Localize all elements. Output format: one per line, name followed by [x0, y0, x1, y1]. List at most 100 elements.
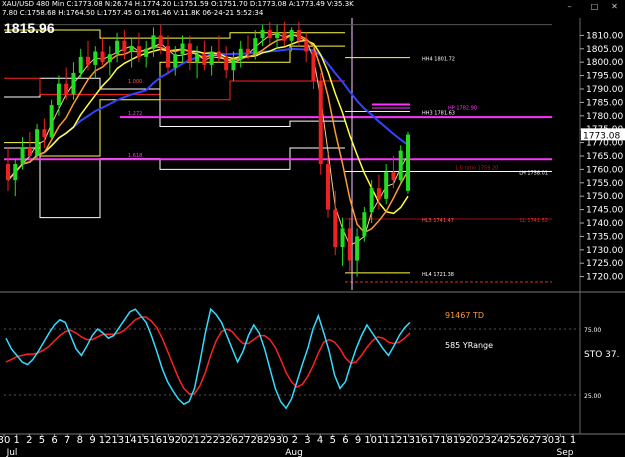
current-price-label: 1773.08 — [583, 131, 620, 141]
candle-body — [13, 164, 18, 181]
candle-body — [311, 51, 316, 81]
moving-average-light — [7, 33, 409, 246]
price-tick-label: 1785.00 — [586, 98, 623, 108]
price-tick-label: 1780.00 — [586, 112, 623, 122]
candle-body — [369, 188, 374, 213]
candle-body — [187, 43, 192, 63]
date-tick-label: 19 — [162, 435, 175, 446]
price-tick-label: 1725.00 — [586, 259, 623, 269]
date-tick-label: 14 — [124, 435, 137, 446]
annotation-ll: LL 1741.52 — [520, 218, 548, 224]
level-line-yellow-top — [4, 29, 345, 39]
date-tick-label: 5 — [330, 435, 336, 446]
price-tick-label: 1795.00 — [586, 72, 623, 82]
chart-svg: 1810.00 1805.00 1800.00 1795.00 1790.00 1785.… — [0, 18, 625, 457]
date-tick-label: 8 — [77, 435, 83, 446]
candle-body — [166, 46, 170, 68]
date-tick-label: 30 — [0, 435, 10, 446]
price-tick-label: 1800.00 — [586, 58, 623, 68]
candle-body — [151, 35, 156, 49]
date-tick-label: 7 — [64, 435, 70, 446]
candle-body — [129, 46, 134, 52]
date-tick-label: 23 — [478, 435, 491, 446]
sto-main-line — [5, 307, 411, 410]
ohlc-header-line: XAU/USD 480 Min C:1773.08 N:26.74 H:1774… — [2, 0, 354, 8]
candle-body — [93, 51, 98, 65]
date-tick-label: 30 — [276, 435, 289, 446]
candle-body — [86, 56, 90, 65]
month-label: Jul — [6, 448, 18, 457]
price-tick-label: 1740.00 — [586, 219, 623, 229]
candle-body — [71, 72, 76, 95]
sto-label: STO 37. — [584, 350, 619, 360]
date-tick-label: 27 — [238, 435, 251, 446]
candle-body — [362, 212, 367, 237]
candle-body — [406, 134, 410, 191]
date-tick-label: 31 — [554, 435, 567, 446]
candle-body — [115, 40, 120, 55]
chart-root: 1810.00 1805.00 1800.00 1795.00 1790.00 1785.… — [0, 0, 625, 457]
minimize-icon[interactable]: – — [565, 2, 574, 11]
candle-body — [246, 48, 250, 55]
date-tick-label: 15 — [137, 435, 150, 446]
date-tick-label: 2 — [26, 435, 32, 446]
date-tick-label: 21 — [187, 435, 200, 446]
price-tick-label: 1765.00 — [586, 152, 623, 162]
candle-body — [122, 40, 127, 52]
indicator-tick-label: 75.00 — [584, 327, 601, 334]
candle-body — [216, 51, 221, 57]
date-tick-label: 6 — [342, 435, 348, 446]
annotation-yrange: 585 YRange — [445, 341, 493, 350]
candle-body — [296, 30, 301, 41]
chart-header: XAU/USD 480 Min C:1773.08 N:26.74 H:1774… — [0, 0, 620, 18]
candle-body — [391, 172, 396, 181]
annotation-fib-1618: 1.618 — [128, 153, 142, 159]
candle-body — [260, 30, 265, 39]
candle-body — [318, 80, 323, 165]
date-tick-label: 18 — [440, 435, 453, 446]
moving-average-orange — [7, 34, 409, 234]
candle-body — [136, 46, 141, 57]
date-tick-label: 9 — [89, 435, 95, 446]
candle-body — [42, 129, 47, 138]
candle-body — [224, 56, 229, 71]
date-tick-label: 23 — [213, 435, 226, 446]
month-label: Aug — [285, 448, 303, 457]
level-line-red — [4, 77, 345, 101]
month-label: Sep — [557, 448, 574, 457]
price-tick-label: 1805.00 — [586, 45, 623, 55]
date-tick-label: 5 — [39, 435, 45, 446]
price-tick-label: 1760.00 — [586, 165, 623, 175]
maximize-icon[interactable]: □ — [590, 2, 599, 11]
candle-body — [326, 164, 330, 210]
candle-body — [333, 209, 338, 248]
close-icon[interactable]: ✕ — [610, 2, 619, 11]
candle-body — [253, 38, 258, 55]
candle-body — [100, 51, 105, 63]
date-tick-label: 3 — [304, 435, 310, 446]
candle-body — [6, 164, 10, 181]
date-tick-label: 16 — [149, 435, 162, 446]
candle-body — [56, 83, 61, 106]
price-tick-label: 1745.00 — [586, 206, 623, 216]
date-tick-label: 28 — [251, 435, 264, 446]
candle-body — [384, 172, 389, 199]
annotation-hh3: HH3 1781.63 — [422, 111, 455, 117]
candle-body — [347, 228, 352, 261]
candle-body — [20, 147, 25, 165]
price-tick-label: 1735.00 — [586, 232, 623, 242]
candle-body — [238, 48, 243, 60]
candle-body — [398, 150, 403, 181]
date-tick-label: 20 — [465, 435, 478, 446]
date-tick-label: 4 — [317, 435, 323, 446]
date-tick-label: 24 — [491, 435, 504, 446]
candle-body — [202, 54, 207, 65]
date-tick-label: 12 — [390, 435, 403, 446]
annotation-hh4: HH4 1801.72 — [422, 57, 455, 63]
date-tick-label: 1 — [570, 435, 576, 446]
price-tick-label: 1755.00 — [586, 179, 623, 189]
candle-body — [340, 228, 345, 248]
candle-body — [64, 83, 69, 95]
ohlc-header-line-secondary: 7.80 C:1758.68 H:1764.50 L:1757.45 O:176… — [2, 9, 264, 17]
top-left-price: 1815.96 — [4, 20, 55, 36]
